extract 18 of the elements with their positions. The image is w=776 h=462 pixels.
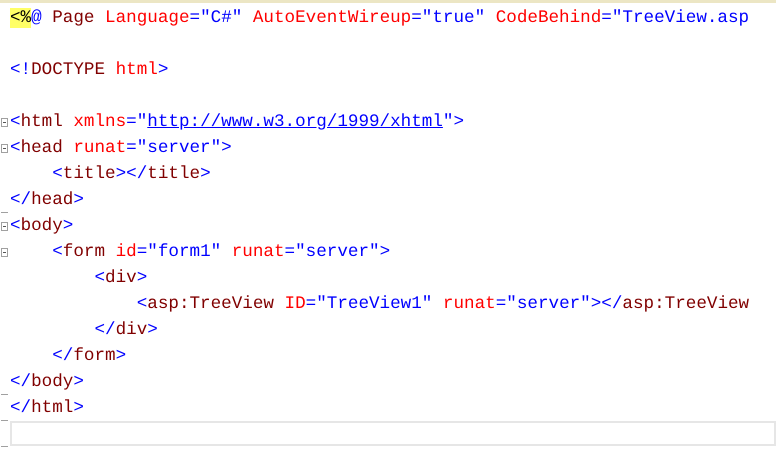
code-line: </head> bbox=[10, 189, 84, 212]
code-line: </form> bbox=[51, 345, 126, 368]
code-line: <html xmlns="http://www.w3.org/1999/xhtml"> bbox=[10, 111, 464, 134]
code-line: <asp:TreeView ID="TreeView1" runat="server"></asp:TreeView bbox=[136, 293, 750, 316]
code-line: <form id="form1" runat="server"> bbox=[51, 241, 390, 264]
code-line: <body> bbox=[10, 215, 74, 238]
collapse-icon[interactable] bbox=[1, 144, 8, 153]
code-line: <div> bbox=[93, 267, 148, 290]
collapse-icon[interactable] bbox=[1, 222, 8, 231]
collapse-icon[interactable] bbox=[1, 118, 8, 127]
collapse-icon[interactable] bbox=[1, 248, 8, 257]
code-line: <!DOCTYPE html> bbox=[10, 59, 168, 82]
code-line: <head runat="server"> bbox=[10, 137, 232, 160]
code-line: </html> bbox=[10, 397, 84, 420]
code-line: <%@ Page Language="C#" AutoEventWireup="true" CodeBehind="TreeView.asp bbox=[10, 7, 750, 30]
code-line: </body> bbox=[10, 371, 84, 394]
code-line: <title></title> bbox=[51, 163, 211, 186]
code-line: </div> bbox=[93, 319, 158, 342]
